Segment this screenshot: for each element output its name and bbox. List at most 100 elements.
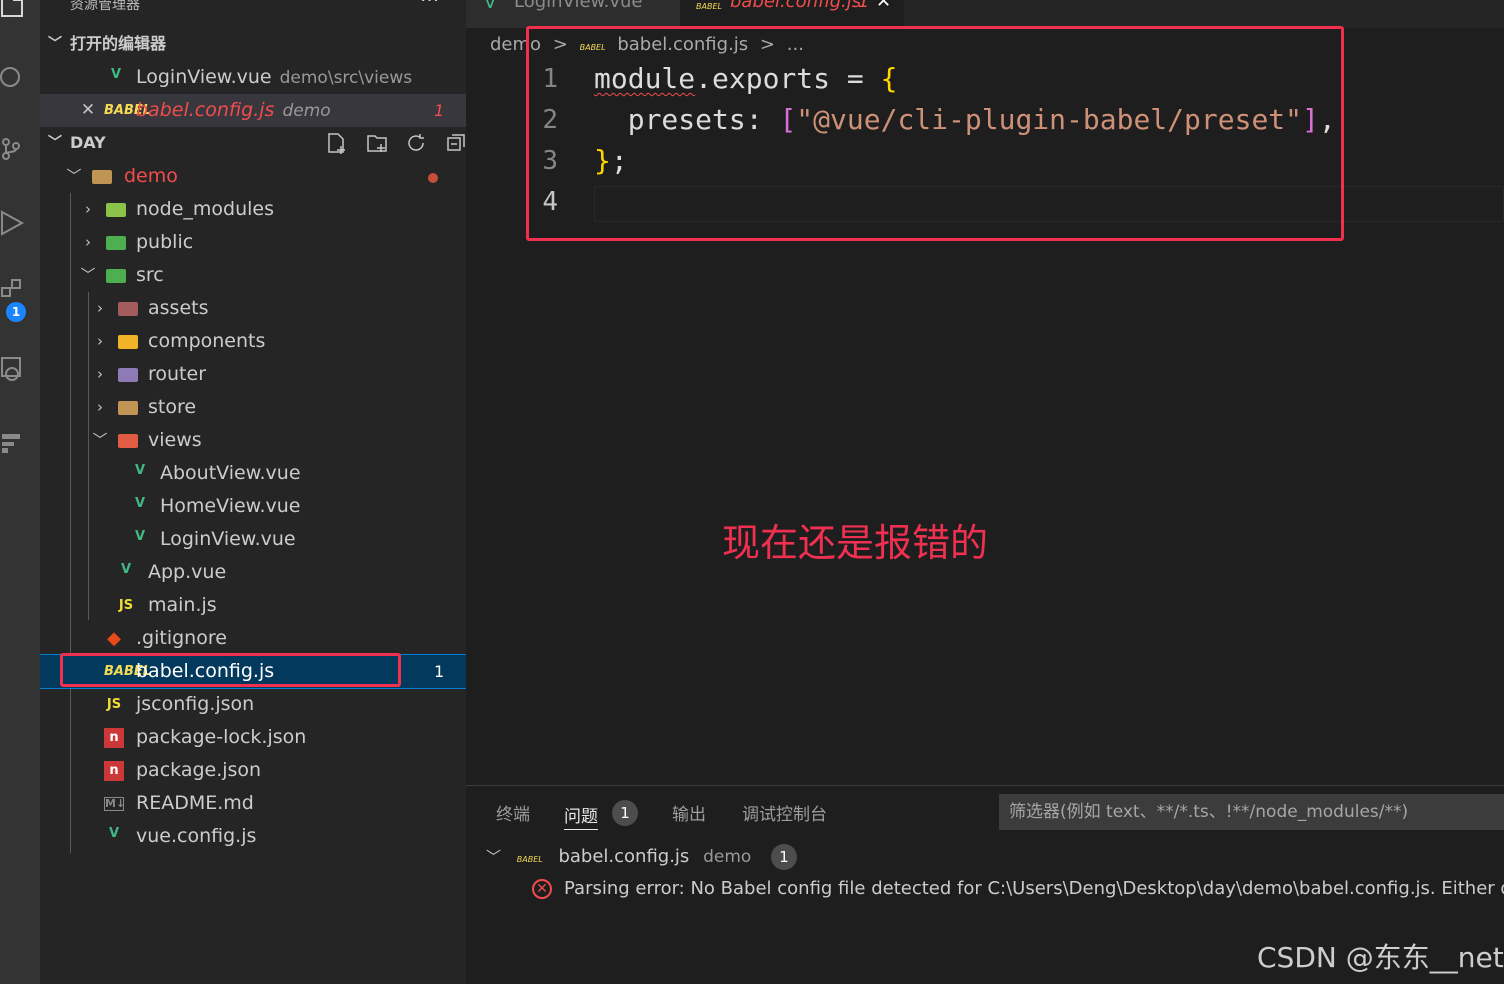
tab-babel-config[interactable]: BABEL babel.config.js 1 ✕ bbox=[680, 0, 904, 28]
folder-assets-icon bbox=[118, 302, 138, 316]
tree-file[interactable]: n package.json bbox=[40, 754, 466, 787]
workspace-label: DAY bbox=[70, 133, 106, 152]
tree-file[interactable]: V HomeView.vue bbox=[40, 490, 466, 523]
editor-tabs: V LoginView.vue BABEL babel.config.js 1 … bbox=[466, 0, 1504, 28]
chevron-down-icon: ﹀ bbox=[486, 848, 502, 866]
extensions-badge: 1 bbox=[6, 302, 26, 322]
open-editor-item[interactable]: V LoginView.vue demo\src\views bbox=[40, 61, 466, 94]
tree-item-label: public bbox=[136, 231, 194, 253]
problem-file-count: 1 bbox=[771, 844, 798, 870]
tree-file[interactable]: V AboutView.vue bbox=[40, 457, 466, 490]
vue-icon: V bbox=[110, 67, 122, 82]
tab-output[interactable]: 输出 bbox=[672, 800, 706, 825]
tree-item-label: views bbox=[148, 429, 202, 451]
vue-icon: V bbox=[134, 529, 146, 544]
refresh-icon[interactable] bbox=[405, 132, 427, 154]
babel-icon: BABEL bbox=[516, 855, 543, 864]
tab-label: babel.config.js bbox=[730, 0, 862, 12]
tab-problems[interactable]: 问题 bbox=[564, 802, 598, 830]
more-actions-icon[interactable]: ··· bbox=[420, 0, 439, 12]
remote-explorer-icon[interactable] bbox=[0, 356, 26, 382]
problem-message-row[interactable]: ✕ Parsing error: No Babel config file det… bbox=[532, 874, 1504, 904]
run-debug-icon[interactable] bbox=[0, 210, 26, 236]
open-editor-item-active[interactable]: ✕ BABEL babel.config.js demo 1 bbox=[40, 94, 466, 127]
tree-folder[interactable]: › store bbox=[40, 391, 466, 424]
new-file-icon[interactable] bbox=[326, 132, 348, 154]
tree-item-label: components bbox=[148, 330, 266, 352]
tree-folder[interactable]: › router bbox=[40, 358, 466, 391]
search-icon[interactable] bbox=[0, 64, 26, 90]
tree-file[interactable]: ◆ .gitignore bbox=[40, 622, 466, 655]
tree-file[interactable]: M↓ README.md bbox=[40, 787, 466, 820]
vue-config-icon: V bbox=[108, 826, 120, 841]
tree-folder[interactable]: ﹀ views bbox=[40, 424, 466, 457]
folder-router-icon bbox=[118, 368, 138, 382]
tree-item-label: vue.config.js bbox=[136, 825, 257, 847]
extensions-icon[interactable] bbox=[0, 278, 26, 304]
folder-open-icon bbox=[92, 170, 112, 184]
problem-file-name: babel.config.js bbox=[558, 846, 690, 867]
folder-store-icon bbox=[118, 401, 138, 415]
source-control-icon[interactable] bbox=[0, 136, 26, 162]
tree-file[interactable]: JS jsconfig.json bbox=[40, 688, 466, 721]
tab-debug-console[interactable]: 调试控制台 bbox=[742, 800, 827, 825]
javascript-icon: JS bbox=[118, 598, 134, 613]
close-icon[interactable]: ✕ bbox=[80, 94, 96, 127]
problem-message: Parsing error: No Babel config file dete… bbox=[564, 878, 1504, 899]
chevron-right-icon: › bbox=[97, 332, 103, 350]
tree-file[interactable]: V LoginView.vue bbox=[40, 523, 466, 556]
chevron-down-icon: ﹀ bbox=[80, 266, 96, 284]
open-editor-label: babel.config.js demo bbox=[136, 99, 331, 121]
tree-item-label: package-lock.json bbox=[136, 726, 307, 748]
chevron-down-icon: ﹀ bbox=[66, 167, 82, 185]
tree-folder[interactable]: › components bbox=[40, 325, 466, 358]
chevron-right-icon: › bbox=[97, 398, 103, 416]
tree-file[interactable]: n package-lock.json bbox=[40, 721, 466, 754]
new-folder-icon[interactable] bbox=[366, 132, 388, 154]
watermark: CSDN @东东__net bbox=[1257, 941, 1504, 974]
babel-icon: BABEL bbox=[696, 2, 722, 11]
tree-item-label: jsconfig.json bbox=[136, 693, 255, 715]
tree-item-label: LoginView.vue bbox=[160, 528, 296, 550]
close-icon[interactable]: ✕ bbox=[876, 0, 891, 11]
tree-folder[interactable]: ﹀ src bbox=[40, 259, 466, 292]
testing-icon[interactable] bbox=[0, 430, 26, 456]
git-icon: ◆ bbox=[107, 628, 121, 649]
explorer-icon[interactable] bbox=[0, 0, 26, 18]
tab-terminal[interactable]: 终端 bbox=[496, 800, 530, 825]
vue-icon: V bbox=[134, 496, 146, 511]
tree-item-label: router bbox=[148, 363, 207, 385]
highlight-box-file bbox=[60, 653, 401, 687]
modified-dot-icon bbox=[428, 173, 438, 183]
tree-item-label: assets bbox=[148, 297, 209, 319]
open-editors-header[interactable]: ﹀ 打开的编辑器 bbox=[40, 29, 466, 59]
error-icon: ✕ bbox=[532, 879, 552, 899]
tree-file[interactable]: JS main.js bbox=[40, 589, 466, 622]
chevron-right-icon: › bbox=[85, 200, 91, 218]
tree-folder[interactable]: › public bbox=[40, 226, 466, 259]
tree-item-label: store bbox=[148, 396, 197, 418]
tree-file[interactable]: V App.vue bbox=[40, 556, 466, 589]
collapse-all-icon[interactable] bbox=[445, 132, 466, 154]
folder-src-icon bbox=[106, 269, 126, 283]
tree-item-label: README.md bbox=[136, 792, 254, 814]
tab-label: LoginView.vue bbox=[514, 0, 643, 12]
tree-folder-demo[interactable]: ﹀ demo bbox=[40, 160, 466, 193]
tree-item-label: src bbox=[136, 264, 164, 286]
open-editor-label: LoginView.vue demo\src\views bbox=[136, 66, 413, 88]
sidebar-title: 资源管理器 bbox=[70, 0, 140, 13]
tree-item-label: package.json bbox=[136, 759, 262, 781]
tree-folder[interactable]: › assets bbox=[40, 292, 466, 325]
workspace-header[interactable]: ﹀ DAY bbox=[40, 128, 466, 158]
problem-file-row[interactable]: ﹀ BABEL babel.config.js demo 1 bbox=[486, 842, 798, 872]
tree-folder[interactable]: › node_modules bbox=[40, 193, 466, 226]
tree-file[interactable]: V vue.config.js bbox=[40, 820, 466, 853]
problem-count: 1 bbox=[434, 101, 445, 120]
highlight-box-code bbox=[526, 26, 1344, 241]
tree-item-label: node_modules bbox=[136, 198, 275, 220]
tree-item-label: main.js bbox=[148, 594, 217, 616]
open-editors-label: 打开的编辑器 bbox=[70, 34, 167, 53]
tab-loginview[interactable]: V LoginView.vue bbox=[466, 0, 680, 28]
folder-views-icon bbox=[118, 434, 138, 448]
problems-filter-input[interactable]: 筛选器(例如 text、**/*.ts、!**/node_modules/**) bbox=[999, 794, 1504, 830]
